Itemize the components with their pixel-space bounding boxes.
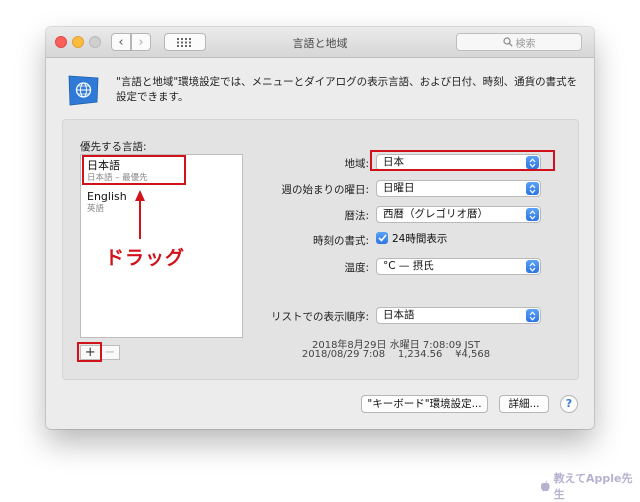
watermark: 教えてApple先生 [540,470,640,502]
language-name: English [87,190,127,203]
list-order-value: 日本語 [383,309,415,321]
first-day-value: 日曜日 [383,182,415,194]
updown-arrows-icon [526,208,539,221]
description-text: "言語と地域"環境設定では、メニューとダイアログの表示言語、および日付、時刻、通… [116,76,578,103]
updown-arrows-icon [526,309,539,322]
calendar-label: 暦法: [344,210,369,222]
number-sample: 2018/08/29 7:08 1,234.56 ¥4,568 [301,349,491,360]
search-icon [502,37,513,47]
calendar-value: 西暦（グレゴリオ暦） [383,208,488,220]
updown-arrows-icon [526,260,539,273]
updown-arrows-icon [526,182,539,195]
language-subtitle: 英語 [87,204,105,214]
time-format-label: 時刻の書式: [312,235,369,247]
arrow-up-icon [135,190,145,239]
help-button[interactable]: ? [560,395,578,413]
highlight-box-language [82,155,186,185]
highlight-box-region [370,150,555,171]
list-order-popup[interactable]: 日本語 [376,307,541,324]
24-hour-checkbox[interactable] [376,232,388,244]
first-day-popup[interactable]: 日曜日 [376,180,541,197]
drag-annotation: ドラッグ [105,247,186,269]
temperature-label: 温度: [344,262,369,274]
globe-flag-icon [68,75,99,106]
list-order-label: リストでの表示順序: [270,311,369,323]
apple-logo-icon [540,480,550,492]
title-bar: ‹ › 言語と地域 検索 [46,27,594,58]
highlight-box-add [77,342,102,362]
search-placeholder: 検索 [515,38,536,50]
list-item[interactable]: English 英語 [87,190,127,215]
remove-language-button[interactable]: − [99,346,120,359]
search-field[interactable]: 検索 [456,33,582,51]
preferences-window: ‹ › 言語と地域 検索 "言語と地域"環境設定では、メニューとダイアログの表示… [46,27,594,429]
temperature-value: °C — 摂氏 [383,260,434,272]
preferred-languages-label: 優先する言語: [80,141,147,153]
checkmark-icon [377,234,387,242]
calendar-popup[interactable]: 西暦（グレゴリオ暦） [376,206,541,223]
watermark-text: 教えてApple先生 [553,472,633,501]
temperature-popup[interactable]: °C — 摂氏 [376,258,541,275]
24-hour-label[interactable]: 24時間表示 [392,231,447,246]
region-label: 地域: [344,158,369,170]
first-day-label: 週の始まりの曜日: [281,184,369,196]
advanced-button[interactable]: 詳細... [499,395,549,413]
keyboard-preferences-button[interactable]: "キーボード"環境設定... [361,395,488,413]
